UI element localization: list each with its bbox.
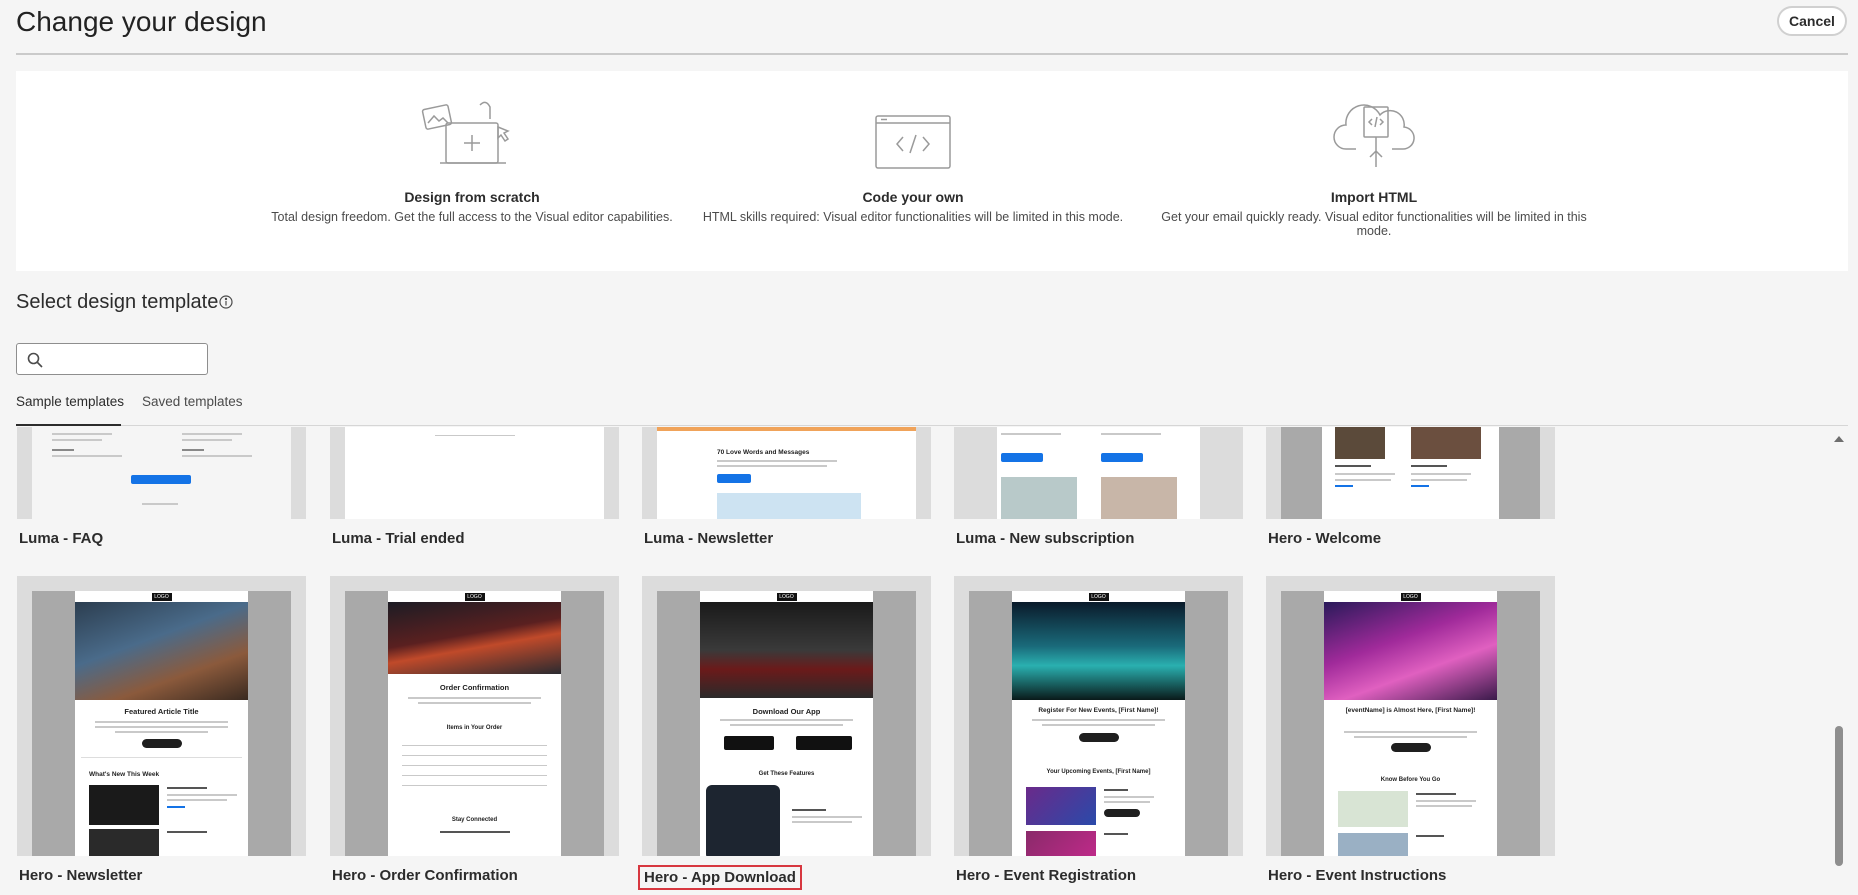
- design-options-panel: Design from scratch Total design freedom…: [16, 71, 1848, 271]
- thumb-heading: Get These Features: [758, 771, 815, 777]
- logo: LOGO: [1400, 593, 1421, 601]
- logo: LOGO: [151, 593, 172, 601]
- template-name: Luma - FAQ: [19, 530, 104, 547]
- header-divider: [16, 53, 1848, 55]
- tab-sample-templates[interactable]: Sample templates: [16, 394, 124, 409]
- template-thumbnail: LOGO Register For New Events, [First Nam…: [954, 576, 1243, 856]
- info-icon[interactable]: [219, 295, 233, 309]
- design-canvas-icon: [421, 101, 510, 164]
- cloud-upload-code-icon: [1333, 104, 1415, 167]
- template-thumbnail: LOGO [eventName] is Almost Here, [First …: [1266, 576, 1555, 856]
- template-gallery: Luma - FAQ Luma - Trial ended 70 Love Wo…: [0, 427, 1838, 895]
- cancel-button[interactable]: Cancel: [1777, 6, 1847, 36]
- template-name: Luma - New subscription: [956, 530, 1135, 547]
- thumb-heading: What's New This Week: [89, 771, 160, 778]
- design-from-scratch-option[interactable]: Design from scratch Total design freedom…: [242, 71, 702, 271]
- template-thumbnail: 70 Love Words and Messages: [642, 427, 931, 519]
- thumb-heading: Download Our App: [752, 707, 821, 716]
- template-thumbnail: [1266, 427, 1555, 519]
- template-thumbnail: LOGO Featured Article Title What's New T…: [17, 576, 306, 856]
- search-input[interactable]: [49, 348, 199, 370]
- thumb-heading: Register For New Events, [First Name]!: [1038, 707, 1159, 714]
- template-thumbnail: [17, 427, 306, 519]
- search-icon: [27, 352, 43, 368]
- tabs-divider: [16, 425, 1848, 426]
- template-name: Luma - Trial ended: [332, 530, 465, 547]
- template-name: Hero - Event Instructions: [1268, 867, 1447, 884]
- option-title: Design from scratch: [404, 189, 540, 205]
- option-description: Total design freedom. Get the full acces…: [271, 210, 673, 224]
- logo: LOGO: [464, 593, 485, 601]
- code-your-own-option[interactable]: Code your own HTML skills required: Visu…: [683, 71, 1143, 271]
- section-title: Select design template: [16, 291, 219, 313]
- thumb-heading: Items in Your Order: [446, 725, 503, 731]
- template-name: Hero - Event Registration: [956, 867, 1137, 884]
- option-description: Get your email quickly ready. Visual edi…: [1161, 210, 1587, 238]
- active-tab-indicator: [16, 424, 121, 426]
- template-name: Hero - Welcome: [1268, 530, 1382, 547]
- thumb-heading: 70 Love Words and Messages: [717, 449, 810, 456]
- template-thumbnail: [330, 427, 619, 519]
- template-thumbnail: LOGO Download Our App Get These Features: [642, 576, 931, 856]
- logo: LOGO: [1088, 593, 1109, 601]
- template-name: Luma - Newsletter: [644, 530, 774, 547]
- thumb-heading: Stay Connected: [451, 817, 498, 823]
- option-description: HTML skills required: Visual editor func…: [702, 210, 1124, 224]
- template-thumbnail: [954, 427, 1243, 519]
- template-thumbnail: LOGO Order Confirmation Items in Your Or…: [330, 576, 619, 856]
- template-search[interactable]: [16, 343, 208, 375]
- thumb-heading: Order Confirmation: [439, 683, 510, 692]
- option-title: Import HTML: [1330, 189, 1418, 205]
- option-title: Code your own: [862, 189, 964, 205]
- thumb-heading: Know Before You Go: [1380, 777, 1441, 783]
- template-name: Hero - Newsletter: [19, 867, 143, 884]
- page-title: Change your design: [16, 6, 267, 37]
- logo: LOGO: [776, 593, 797, 601]
- thumb-heading: [eventName] is Almost Here, [First Name]…: [1345, 707, 1476, 714]
- gallery-scrollbar[interactable]: [1834, 436, 1844, 868]
- template-name: Hero - Order Confirmation: [332, 867, 518, 884]
- thumb-heading: Your Upcoming Events, [First Name]: [1046, 769, 1151, 775]
- import-html-option[interactable]: Import HTML Get your email quickly ready…: [1144, 71, 1604, 271]
- tab-saved-templates[interactable]: Saved templates: [142, 394, 243, 409]
- header: Change your design Cancel: [0, 0, 1858, 54]
- code-window-icon: [875, 115, 951, 169]
- template-name: Hero - App Download: [638, 865, 802, 890]
- scroll-thumb[interactable]: [1835, 726, 1843, 866]
- scroll-up-arrow-icon[interactable]: [1834, 436, 1844, 442]
- thumb-heading: Featured Article Title: [124, 707, 199, 716]
